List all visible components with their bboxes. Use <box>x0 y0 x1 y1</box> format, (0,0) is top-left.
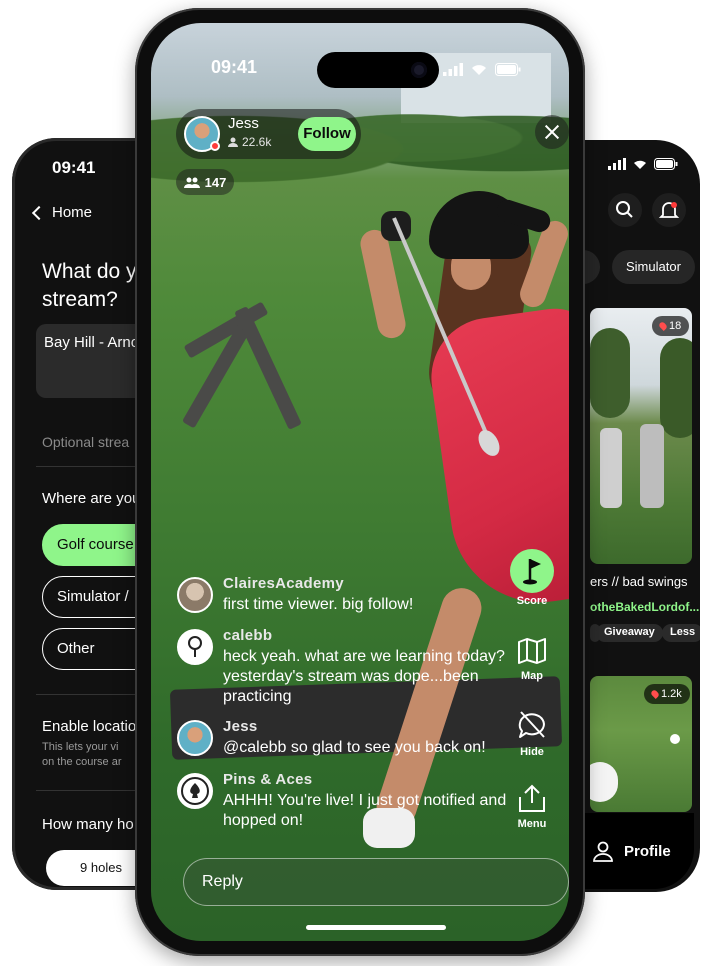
wifi-icon <box>634 160 646 169</box>
home-indicator <box>306 925 446 930</box>
tree-shape <box>660 338 692 438</box>
where-question: Where are you <box>42 490 141 507</box>
follower-count-value: 22.6k <box>242 135 272 149</box>
person-icon <box>228 137 238 147</box>
follower-count: 22.6k <box>228 135 271 149</box>
golfer-figure <box>590 762 618 802</box>
viewer-badge: 18 <box>652 316 690 336</box>
dynamic-island <box>317 52 439 88</box>
menu-label: Menu <box>517 818 547 830</box>
chat-username[interactable]: ClairesAcademy <box>223 575 344 592</box>
host-info[interactable]: Jess 22.6k Follow <box>176 109 361 159</box>
follow-button[interactable]: Follow <box>298 117 356 151</box>
signal-icon <box>443 63 463 76</box>
share-icon <box>519 784 545 812</box>
avatar[interactable] <box>177 629 213 665</box>
tree-shape <box>590 328 630 418</box>
tag-less[interactable]: Less <box>662 624 700 642</box>
center-phone: 09:41 Jess 22.6k Follow 147 ClairesAcade… <box>135 8 585 956</box>
chat-text: heck yeah. what are we learning today? y… <box>223 648 505 705</box>
profile-label: Profile <box>624 842 671 860</box>
stream-card[interactable]: 1.2k <box>590 676 692 812</box>
optional-label: Optional strea <box>42 434 130 450</box>
pin-icon <box>658 321 668 331</box>
status-icons <box>608 158 678 170</box>
menu-button[interactable]: Menu <box>502 783 562 830</box>
chat-text: AHHH! You're live! I just got notified a… <box>223 792 507 829</box>
battery-icon <box>654 158 678 170</box>
golfer-figure <box>600 428 622 508</box>
golfer-figure <box>640 424 664 508</box>
back-label: Home <box>52 204 93 221</box>
hide-label: Hide <box>520 746 544 758</box>
viewer-count: 147 <box>204 174 227 190</box>
chat-username[interactable]: Jess <box>223 718 258 735</box>
search-button[interactable] <box>608 193 642 227</box>
hide-chat-icon <box>518 711 545 738</box>
avatar[interactable] <box>177 577 213 613</box>
stream-card[interactable]: 18 <box>590 308 692 564</box>
chat-text: @calebb so glad to see you back on! <box>223 739 486 756</box>
flag-glyph <box>523 559 541 585</box>
chat-username[interactable]: calebb <box>223 627 272 644</box>
map-icon <box>518 638 546 664</box>
card-caption: ers // bad swings <box>590 574 688 589</box>
live-indicator <box>210 141 220 151</box>
pin-icon <box>650 689 660 699</box>
spade-logo-icon <box>181 777 209 805</box>
host-name: Jess <box>228 115 259 132</box>
viewer-badge: 1.2k <box>644 684 690 704</box>
avatar[interactable] <box>177 720 213 756</box>
filter-chip-simulator[interactable]: Simulator <box>612 250 695 284</box>
wifi-icon <box>472 65 486 75</box>
enable-location-label[interactable]: Enable locatio <box>42 718 136 735</box>
chat-text: first time viewer. big follow! <box>223 596 414 613</box>
camera-icon <box>411 62 427 78</box>
back-button[interactable]: Home <box>31 204 93 221</box>
bell-icon <box>658 202 680 218</box>
search-icon <box>616 201 633 218</box>
viewer-count-badge: 147 <box>176 169 234 195</box>
chevron-left-icon <box>31 205 47 220</box>
holes-question: How many ho <box>42 816 134 833</box>
golf-ball <box>670 734 680 744</box>
signal-icon <box>608 158 626 170</box>
live-stream-screen: 09:41 Jess 22.6k Follow 147 ClairesAcade… <box>151 23 569 941</box>
map-label: Map <box>521 670 543 682</box>
battery-icon <box>495 63 521 76</box>
chat-username[interactable]: Pins & Aces <box>223 771 312 788</box>
card-username[interactable]: otheBakedLordof... <box>590 600 699 614</box>
status-time: 09:41 <box>52 158 96 177</box>
close-button[interactable] <box>535 115 569 149</box>
reply-input[interactable]: Reply <box>183 858 569 906</box>
score-label: Score <box>516 595 548 607</box>
people-icon <box>183 177 200 188</box>
viewer-badge-count: 18 <box>669 320 682 332</box>
viewer-badge-count: 1.2k <box>661 688 682 700</box>
map-button[interactable]: Map <box>502 637 562 682</box>
tag-giveaway[interactable]: Giveaway <box>596 624 663 642</box>
score-button[interactable]: Score <box>502 549 562 607</box>
golf-ball-tee-icon <box>188 636 202 657</box>
person-icon <box>593 841 613 862</box>
notifications-button[interactable] <box>652 193 686 227</box>
avatar[interactable] <box>177 773 213 809</box>
hide-button[interactable]: Hide <box>502 709 562 758</box>
status-icons <box>443 63 521 76</box>
status-time: 09:41 <box>211 57 258 77</box>
flag-icon <box>510 549 554 593</box>
profile-tab[interactable]: Profile <box>582 813 694 889</box>
